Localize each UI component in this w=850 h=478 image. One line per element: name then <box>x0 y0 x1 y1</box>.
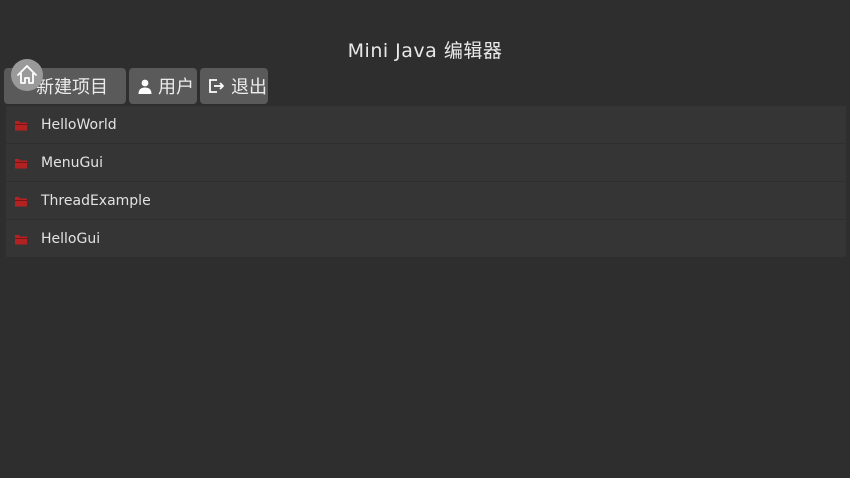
project-folder-icon <box>14 232 28 246</box>
user-label: 用户 <box>158 77 194 98</box>
new-project-label: 新建项目 <box>36 77 108 98</box>
project-item-threadexample[interactable]: ThreadExample <box>6 182 846 219</box>
project-name: HelloGui <box>41 230 101 247</box>
project-name: ThreadExample <box>41 192 151 209</box>
user-button[interactable]: 用户 <box>129 68 197 104</box>
project-item-hellogui[interactable]: HelloGui <box>6 220 846 257</box>
user-icon <box>137 78 153 94</box>
project-item-helloworld[interactable]: HelloWorld <box>6 106 846 143</box>
exit-icon <box>208 78 226 94</box>
app-title: Mini Java 编辑器 <box>347 40 503 62</box>
home-button[interactable] <box>11 59 43 91</box>
project-folder-icon <box>14 156 28 170</box>
exit-label: 退出 <box>231 77 267 98</box>
project-list: HelloWorld MenuGui ThreadExample HelloGu… <box>6 106 846 258</box>
project-name: MenuGui <box>41 154 104 171</box>
project-folder-icon <box>14 194 28 208</box>
project-folder-icon <box>14 118 28 132</box>
project-name: HelloWorld <box>41 116 117 133</box>
exit-button[interactable]: 退出 <box>200 68 268 104</box>
home-icon <box>17 65 37 84</box>
project-item-menugui[interactable]: MenuGui <box>6 144 846 181</box>
toolbar: 新建项目 用户 退出 <box>4 68 268 104</box>
